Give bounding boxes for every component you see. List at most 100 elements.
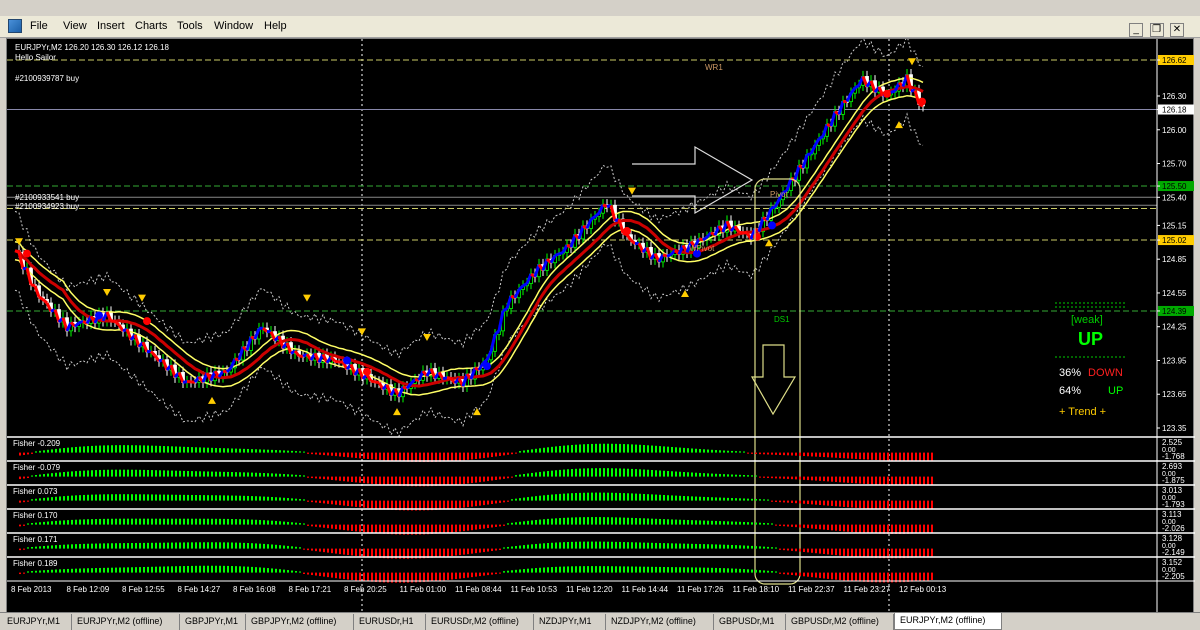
fisher-bar: [647, 542, 649, 549]
fisher-bar: [839, 476, 841, 483]
menu-view[interactable]: View: [63, 20, 87, 32]
fisher-bar: [527, 473, 529, 477]
fisher-bar: [307, 452, 309, 454]
fisher-bar: [503, 524, 505, 526]
fisher-bar: [779, 524, 781, 526]
fisher-bar: [47, 521, 49, 525]
fisher-bar: [807, 572, 809, 577]
fisher-bar: [571, 469, 573, 477]
fisher-bar: [119, 445, 121, 453]
chart-tab[interactable]: EURJPYr,M1: [2, 614, 72, 630]
fisher-bar: [499, 476, 501, 480]
fisher-bar: [79, 495, 81, 501]
fisher-bar: [203, 542, 205, 549]
fisher-bar: [815, 500, 817, 505]
fisher-bar: [875, 500, 877, 510]
fisher-bar: [779, 500, 781, 503]
fisher-bar: [263, 496, 265, 501]
fisher-bar: [95, 519, 97, 525]
fisher-bar: [507, 523, 509, 525]
fisher-bar: [71, 495, 73, 501]
fisher-bar: [219, 518, 221, 525]
fisher-bar: [171, 518, 173, 525]
fisher-bar: [275, 473, 277, 477]
arrow-up-icon: [895, 121, 903, 129]
fisher-bar: [371, 548, 373, 558]
fisher-bar: [35, 570, 37, 573]
fisher-bar: [251, 472, 253, 477]
fisher-bar: [787, 500, 789, 503]
fisher-bar: [67, 568, 69, 573]
fisher-bar: [439, 548, 441, 558]
fisher-bar: [183, 518, 185, 525]
fisher-bar: [59, 544, 61, 549]
fisher-bar: [355, 452, 357, 458]
fisher-bar: [687, 448, 689, 453]
menu-tools[interactable]: Tools: [177, 20, 203, 32]
fisher-bar: [583, 468, 585, 477]
time-tick-label: 8 Feb 16:08: [233, 585, 276, 594]
fisher-bar: [375, 524, 377, 534]
menu-insert[interactable]: Insert: [97, 20, 125, 32]
fisher-bar: [479, 452, 481, 459]
chart-window[interactable]: Fisher -0.209 2.525 0.00 -1.768 Fisher -0.07…: [6, 38, 1195, 614]
fisher-bar: [739, 568, 741, 573]
chart-tab[interactable]: NZDJPYr,M1: [534, 614, 606, 630]
chart-tab[interactable]: GBPUSDr,M2 (offline): [786, 614, 894, 630]
fisher-bar: [555, 542, 557, 549]
fisher-bar: [163, 446, 165, 453]
fisher-bar: [107, 543, 109, 549]
restore-button[interactable]: ❐: [1149, 23, 1164, 37]
fisher-bar: [787, 476, 789, 479]
minimize-button[interactable]: _: [1129, 23, 1144, 37]
trend-segment: [558, 251, 564, 256]
fisher-bar: [587, 492, 589, 501]
fisher-bar: [775, 571, 777, 573]
fisher-bar: [327, 452, 329, 456]
fisher-bar: [115, 494, 117, 501]
menu-window[interactable]: Window: [214, 20, 253, 32]
fisher-bar: [127, 469, 129, 477]
fisher-bar: [83, 543, 85, 549]
fisher-bar: [107, 494, 109, 501]
menu-file[interactable]: File: [30, 20, 48, 32]
chart-tab[interactable]: GBPJPYr,M1: [180, 614, 246, 630]
close-button[interactable]: ✕: [1170, 23, 1184, 37]
fisher-bar: [723, 450, 725, 453]
fisher-bar: [695, 543, 697, 549]
fisher-bar: [751, 498, 753, 501]
chart-tab[interactable]: NZDJPYr,M2 (offline): [606, 614, 714, 630]
fisher-bar: [123, 445, 125, 453]
chart-tab[interactable]: GBPUSDr,M1: [714, 614, 786, 630]
chart-tab[interactable]: EURUSDr,H1: [354, 614, 426, 630]
fisher-bar: [827, 500, 829, 506]
fisher-bar: [827, 452, 829, 458]
fisher-bar: [139, 542, 141, 549]
fisher-bar: [195, 447, 197, 453]
fisher-bar: [195, 542, 197, 549]
menu-charts[interactable]: Charts: [135, 20, 167, 32]
fisher-bar: [803, 476, 805, 480]
fisher-max-label: 3.152: [1162, 558, 1183, 567]
fisher-bar: [843, 476, 845, 483]
price-chart[interactable]: Fisher -0.209 2.5250.00-1.768Fisher -0.07…: [7, 39, 1195, 614]
fisher-bar: [703, 544, 705, 549]
chart-tab[interactable]: EURJPYr,M2 (offline): [72, 614, 180, 630]
chart-tab[interactable]: EURUSDr,M2 (offline): [426, 614, 534, 630]
chart-tab[interactable]: GBPJPYr,M2 (offline): [246, 614, 354, 630]
fisher-bar: [647, 518, 649, 525]
fisher-bar: [255, 496, 257, 501]
fisher-bar: [255, 543, 257, 549]
menu-help[interactable]: Help: [264, 20, 287, 32]
price-tick-label: 124.39: [1162, 307, 1187, 316]
fisher-bar: [911, 572, 913, 582]
fisher-bar: [355, 500, 357, 507]
fisher-bar: [155, 494, 157, 501]
fisher-bar: [467, 524, 469, 531]
fisher-bar: [567, 541, 569, 549]
fisher-bar: [803, 572, 805, 577]
fisher-bar: [39, 498, 41, 501]
fisher-bar: [535, 519, 537, 525]
fisher-bar: [275, 544, 277, 549]
chart-tab[interactable]: EURJPYr,M2 (offline): [894, 613, 1002, 630]
